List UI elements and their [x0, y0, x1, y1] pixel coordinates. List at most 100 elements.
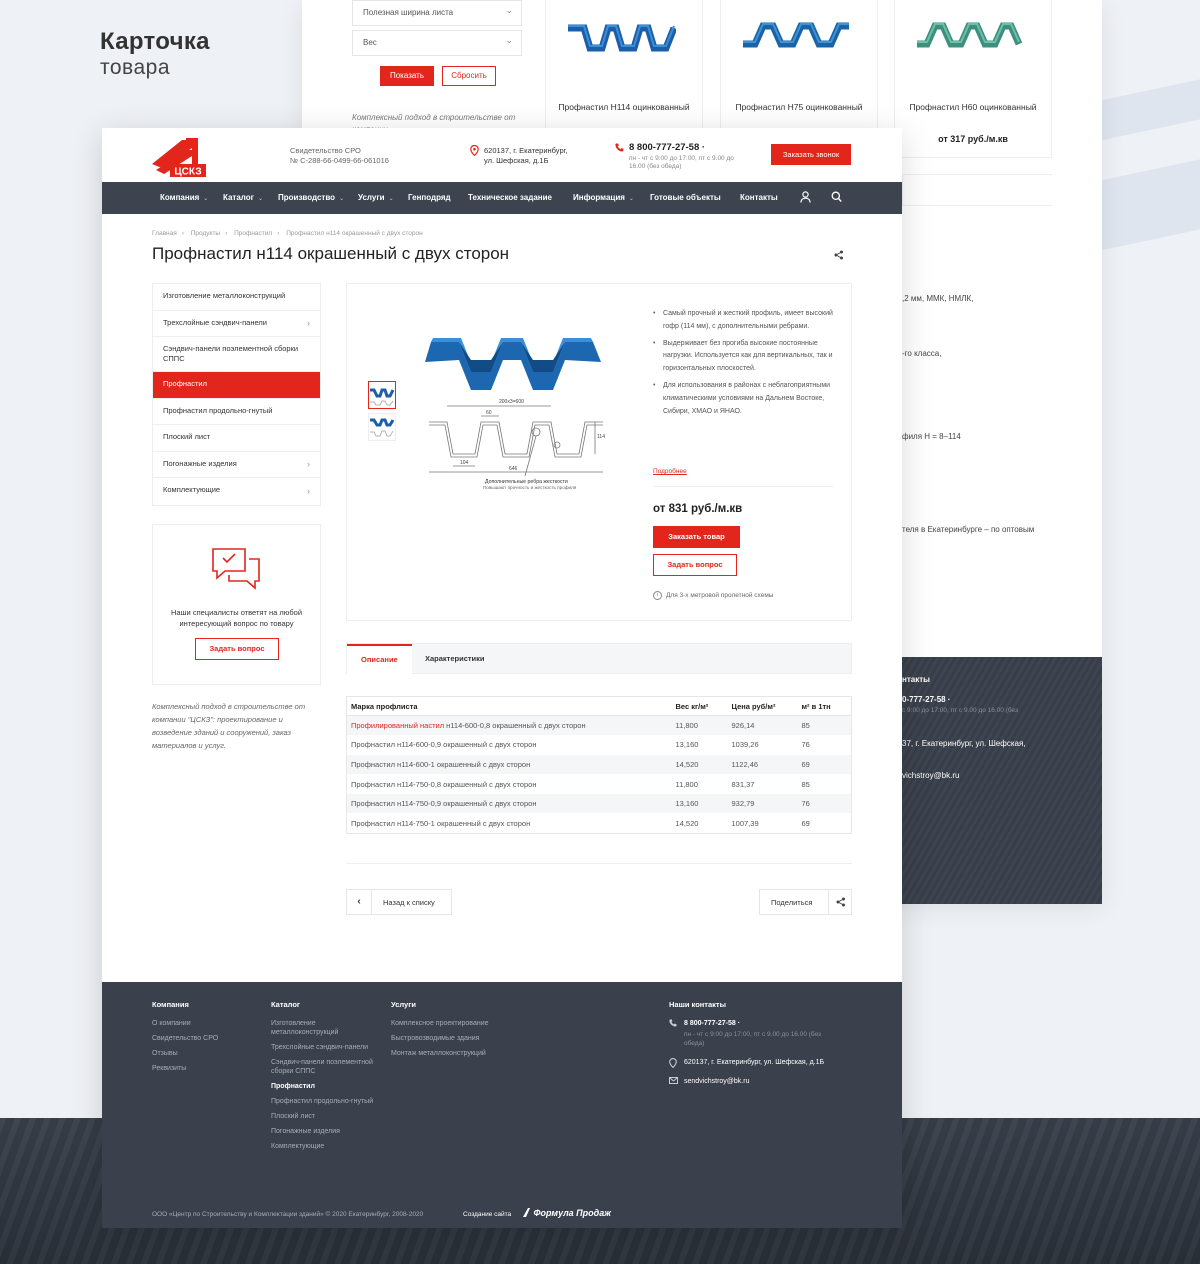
share-button[interactable]: Поделиться [759, 889, 852, 915]
nav-item-contacts[interactable]: Контакты [740, 182, 778, 214]
background-footer-hours: с 9:00 до 17:00, пт с 9.00 до 16.00 (без [902, 707, 1018, 714]
footer-address-row: 620137, г. Екатеринбург, ул. Шефская, д.… [669, 1058, 839, 1068]
footer-link[interactable]: Комплектующие [271, 1142, 375, 1151]
table-cell: 76 [801, 740, 810, 750]
footer-email[interactable]: sendvichstroy@bk.ru [684, 1077, 839, 1086]
table-cell-link[interactable]: Профилированный настил [351, 721, 444, 730]
product-main-image[interactable]: 200х3=600 60 114 104 646 Дополнительные … [425, 334, 605, 494]
table-row[interactable]: Профнастил н114-750-1 окрашенный с двух … [347, 813, 852, 833]
sidebar-item-label: Сэндвич-панели поэлементной сборки СППС [163, 344, 299, 363]
nav-item-company[interactable]: Компания ⌄ [160, 182, 208, 214]
breadcrumb-item[interactable]: Продукты [191, 230, 220, 237]
table-row[interactable]: Профнастил н114-600-0,9 окрашенный с дву… [347, 735, 852, 755]
site-logo[interactable]: ЦСКЗ [152, 134, 208, 178]
more-link[interactable]: Подробнее [653, 468, 687, 475]
order-product-button[interactable]: Заказать товар [653, 526, 740, 548]
background-text: ,2 мм, ММК, НМЛК, [902, 294, 974, 303]
header-phone[interactable]: 8 800-777-27-58 · [629, 142, 705, 153]
catalog-filter: Полезная ширина листа Вес Показать Сброс… [352, 0, 522, 86]
chevron-left-icon: ‹ [347, 890, 372, 914]
thumbnail[interactable] [368, 381, 396, 409]
footer-link[interactable]: Профнастил продольно-гнутый [271, 1097, 375, 1106]
price-note: i Для 3-х метровой пролетной схемы [653, 591, 773, 600]
copyright: ООО «Центр по Строительству и Комплектац… [152, 1211, 424, 1218]
filter-reset-button[interactable]: Сбросить [442, 66, 496, 86]
chevron-down-icon: ⌄ [258, 196, 264, 202]
breadcrumb-item[interactable]: Профнастил [234, 230, 272, 237]
sidebar-item-profnastil-bent[interactable]: Профнастил продольно-гнутый [153, 399, 320, 425]
nav-item-objects[interactable]: Готовые объекты [650, 182, 721, 214]
footer-link[interactable]: Отзывы [152, 1049, 252, 1058]
footer-heading: Компания [152, 1000, 189, 1009]
thumbnail[interactable] [368, 413, 396, 441]
tab-characteristics[interactable]: Характеристики [411, 644, 499, 674]
sidebar-item-profnastil[interactable]: Профнастил [153, 372, 320, 399]
chevron-down-icon: ⌄ [388, 196, 394, 202]
agency-logo[interactable]: Формула Продаж [522, 1208, 611, 1218]
nav-item-label: Генподряд [408, 193, 451, 202]
ask-question-button[interactable]: Задать вопрос [653, 554, 737, 576]
breadcrumb-item[interactable]: Главная [152, 230, 177, 237]
ask-question-button[interactable]: Задать вопрос [195, 638, 279, 660]
table-row[interactable]: Профнастил н114-600-1 окрашенный с двух … [346, 754, 852, 775]
background-search-field [902, 174, 1052, 206]
footer-link[interactable]: Монтаж металлоконструкций [391, 1049, 495, 1058]
product-card[interactable]: Профнастил Н60 оцинкованный от 317 руб./… [894, 0, 1052, 158]
sidebar-item-spps[interactable]: Сэндвич-панели поэлементной сборки СППС [153, 337, 320, 372]
nav-item-services[interactable]: Услуги ⌄ [358, 182, 394, 214]
table-row[interactable]: Профнастил н114-750-0,9 окрашенный с дву… [346, 793, 852, 814]
footer-hours: пн - чт с 9:00 до 17:00, пт с 9.00 до 16… [684, 1031, 822, 1047]
back-to-list-button[interactable]: ‹ Назад к списку [346, 889, 452, 915]
thumbnail-image [370, 418, 395, 437]
footer-phone[interactable]: 8 800-777-27-58 · [684, 1019, 839, 1028]
header-address-line2: ул. Шефская, д.1Б [484, 156, 549, 165]
nav-item-label: Техническое задание [468, 193, 552, 202]
footer-link[interactable]: Сэндвич-панели поэлементной сборки СППС [271, 1058, 375, 1076]
footer-link[interactable]: Трехслойные сэндвич-панели [271, 1043, 375, 1052]
table-cell: 11,800 [675, 779, 698, 789]
column-header: Цена руб/м² [727, 696, 798, 716]
chat-icon [212, 548, 260, 590]
table-row[interactable]: Профнастил н114-750-0,8 окрашенный с дву… [347, 774, 852, 794]
footer-link-active[interactable]: Профнастил [271, 1082, 375, 1091]
footer-link[interactable]: Погонажные изделия [271, 1127, 375, 1136]
nav-item-production[interactable]: Производство ⌄ [278, 182, 344, 214]
footer-heading: Каталог [271, 1000, 301, 1009]
product-page: ЦСКЗ Свидетельство СРО № С-288-66-0499-6… [102, 128, 902, 1228]
table-cell: 1007,39 [731, 818, 759, 828]
table-cell: 69 [801, 818, 810, 828]
filter-weight-select[interactable]: Вес [352, 30, 522, 56]
tab-description[interactable]: Описание [347, 644, 412, 675]
filter-show-button[interactable]: Показать [380, 66, 434, 86]
drawing-label: 200х3=600 [499, 399, 524, 405]
share-icon[interactable] [834, 250, 844, 260]
table-row[interactable]: Профилированный настил н114-600-0,8 окра… [346, 715, 852, 736]
sidebar-item-linear-products[interactable]: Погонажные изделия › [153, 452, 320, 478]
phone-icon [669, 1019, 677, 1027]
sidebar-item-sandwich-panels[interactable]: Трехслойные сэндвич-панели › [153, 311, 320, 337]
footer-link[interactable]: Изготовление металлоконструкций [271, 1019, 375, 1037]
table-cell: Профнастил н114-600-0,9 окрашенный с дву… [351, 740, 537, 750]
footer-link[interactable]: Реквизиты [152, 1064, 252, 1073]
footer-link[interactable]: О компании [152, 1019, 252, 1028]
filter-width-select[interactable]: Полезная ширина листа [352, 0, 522, 26]
table-cell: Профнастил н114-600-1 окрашенный с двух … [346, 754, 672, 775]
nav-item-info[interactable]: Информация ⌄ [573, 182, 634, 214]
sidebar-item-label: Плоский лист [163, 432, 211, 441]
certificate-info: Свидетельство СРО № С-288-66-0499-66-061… [290, 146, 389, 166]
sidebar-item-accessories[interactable]: Комплектующие › [153, 478, 320, 505]
table-cell: 76 [797, 793, 852, 814]
sidebar-item-metal-structures[interactable]: Изготовление металлоконструкций [153, 284, 320, 311]
search-icon[interactable] [831, 191, 842, 203]
footer-email-row: sendvichstroy@bk.ru [669, 1077, 839, 1086]
footer-link[interactable]: Свидетельство СРО [152, 1034, 252, 1043]
footer-link[interactable]: Плоский лист [271, 1112, 375, 1121]
user-icon[interactable] [800, 191, 811, 203]
sidebar-item-flat-sheet[interactable]: Плоский лист [153, 425, 320, 452]
footer-link[interactable]: Быстровозводимые здания [391, 1034, 495, 1043]
request-call-button[interactable]: Заказать звонок [771, 144, 851, 165]
nav-item-tech-task[interactable]: Техническое задание [468, 182, 552, 214]
nav-item-catalog[interactable]: Каталог ⌄ [223, 182, 263, 214]
nav-item-general-contract[interactable]: Генподряд [408, 182, 451, 214]
footer-link[interactable]: Комплексное проектирование [391, 1019, 495, 1028]
